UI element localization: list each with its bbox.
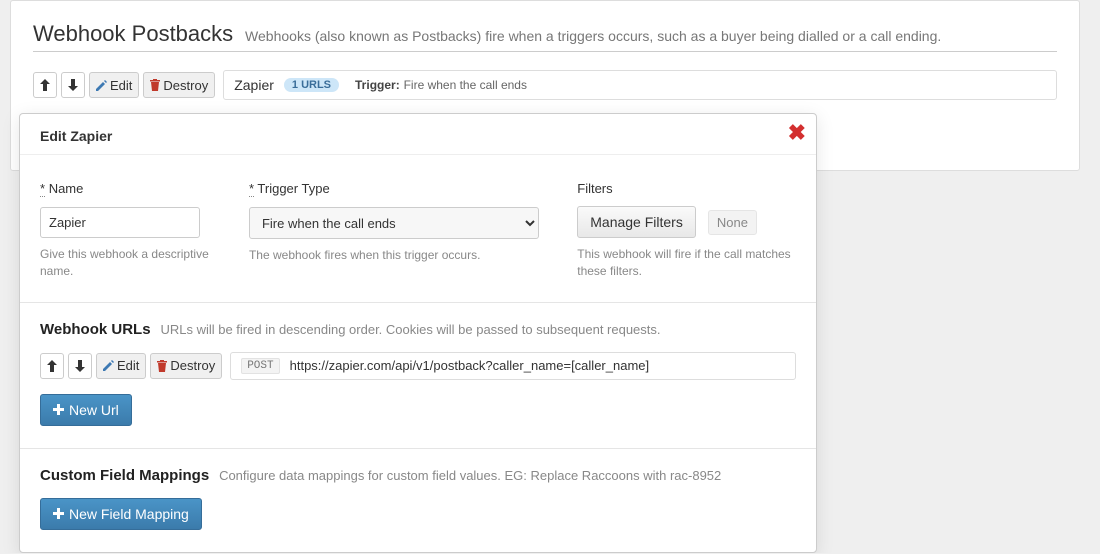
pencil-icon [103,360,114,371]
urls-subtitle: URLs will be fired in descending order. … [160,322,660,337]
arrow-down-icon [68,79,78,91]
name-label: * Name [40,181,219,197]
http-method-badge: POST [241,358,279,374]
new-url-button[interactable]: New Url [40,394,132,426]
url-move-down-button[interactable] [68,353,92,379]
trigger-field-group: * Trigger Type Fire when the call ends T… [249,181,547,280]
modal-body: * Name Give this webhook a descriptive n… [20,154,816,302]
mappings-subtitle: Configure data mappings for custom field… [219,468,721,483]
url-row: Edit Destroy POST https://zapier.com/api… [40,352,796,380]
name-field-group: * Name Give this webhook a descriptive n… [40,181,219,280]
edit-label: Edit [110,78,132,93]
section-header: Webhook Postbacks Webhooks (also known a… [33,21,1057,52]
modal-header: Edit Zapier ✖ [20,114,816,154]
arrow-up-icon [40,79,50,91]
destroy-label: Destroy [163,78,208,93]
urls-header: Webhook URLs URLs will be fired in desce… [40,321,796,338]
plus-icon [53,508,64,519]
trigger-label: Trigger: [355,78,400,92]
url-move-up-button[interactable] [40,353,64,379]
trash-icon [150,79,160,91]
new-field-mapping-button[interactable]: New Field Mapping [40,498,202,530]
modal-title: Edit Zapier [40,128,112,144]
webhook-summary: Zapier 1 URLS Trigger: Fire when the cal… [223,70,1057,100]
edit-button[interactable]: Edit [89,72,139,98]
filters-label: Filters [577,181,796,196]
url-edit-button[interactable]: Edit [96,353,146,379]
filters-field-group: Filters Manage Filters None This webhook… [577,181,796,280]
form-row: * Name Give this webhook a descriptive n… [40,181,796,280]
url-count-badge: 1 URLS [284,78,339,92]
name-help: Give this webhook a descriptive name. [40,246,219,280]
trigger-help: The webhook fires when this trigger occu… [249,247,547,264]
manage-filters-button[interactable]: Manage Filters [577,206,696,238]
trash-icon [157,360,167,372]
close-icon[interactable]: ✖ [788,120,806,146]
name-field[interactable] [40,207,200,238]
webhook-urls-section: Webhook URLs URLs will be fired in desce… [20,302,816,448]
page-subtitle: Webhooks (also known as Postbacks) fire … [245,28,941,44]
destroy-button[interactable]: Destroy [143,72,215,98]
field-mappings-section: Custom Field Mappings Configure data map… [20,448,816,552]
arrow-down-icon [75,360,85,372]
url-text: https://zapier.com/api/v1/postback?calle… [290,358,650,373]
trigger-type-label: * Trigger Type [249,181,547,197]
plus-icon [53,404,64,415]
move-down-button[interactable] [61,72,85,98]
arrow-up-icon [47,360,57,372]
webhook-name: Zapier [234,77,274,93]
urls-title: Webhook URLs [40,321,151,338]
edit-webhook-modal: Edit Zapier ✖ * Name Give this webhook a… [19,113,817,553]
mappings-header: Custom Field Mappings Configure data map… [40,467,796,484]
page-title: Webhook Postbacks [33,21,233,46]
url-entry: POST https://zapier.com/api/v1/postback?… [230,352,796,380]
filters-none-badge: None [708,210,757,235]
trigger-value: Fire when the call ends [404,78,527,92]
move-up-button[interactable] [33,72,57,98]
mappings-title: Custom Field Mappings [40,467,209,484]
url-destroy-button[interactable]: Destroy [150,353,222,379]
filters-help: This webhook will fire if the call match… [577,246,796,280]
webhook-row: Edit Destroy Zapier 1 URLS Trigger: Fire… [33,70,1057,100]
trigger-type-select[interactable]: Fire when the call ends [249,207,539,239]
pencil-icon [96,80,107,91]
